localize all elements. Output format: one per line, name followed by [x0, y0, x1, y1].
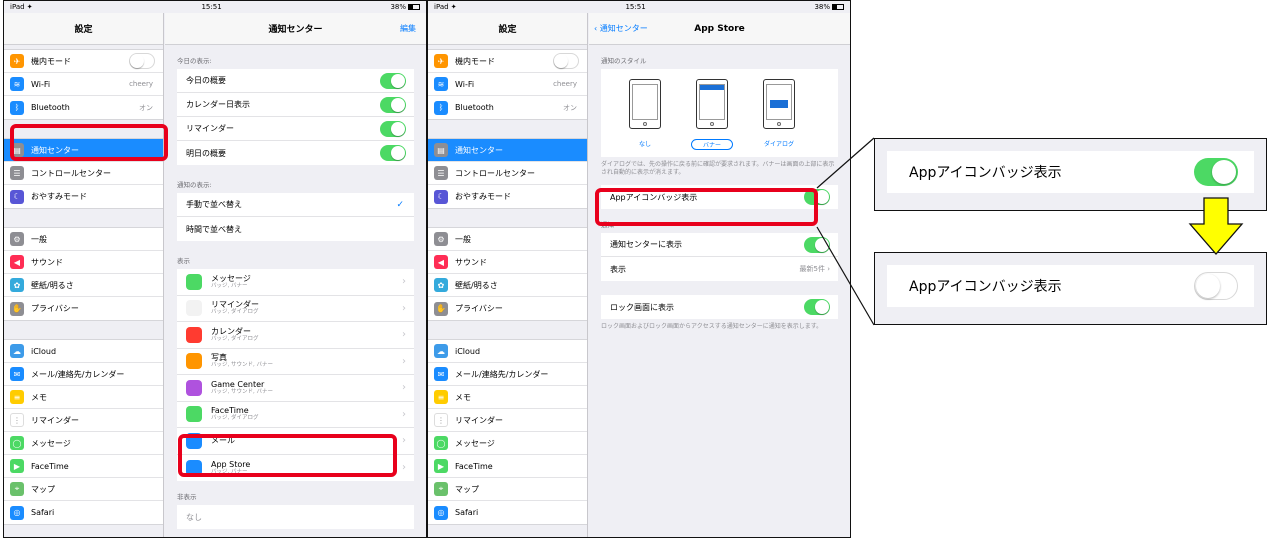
zoom-before-label: Appアイコンバッジ表示 [909, 165, 1062, 181]
zoom-after-label: Appアイコンバッジ表示 [909, 279, 1062, 295]
zoom-after-row: Appアイコンバッジ表示 [887, 265, 1254, 307]
zoom-badge-toggle-off[interactable] [1194, 272, 1238, 300]
zoom-badge-toggle-on[interactable] [1194, 158, 1238, 186]
zoom-after: Appアイコンバッジ表示 [874, 252, 1267, 325]
zoom-before-row: Appアイコンバッジ表示 [887, 151, 1254, 193]
down-arrow-icon [1188, 197, 1244, 255]
